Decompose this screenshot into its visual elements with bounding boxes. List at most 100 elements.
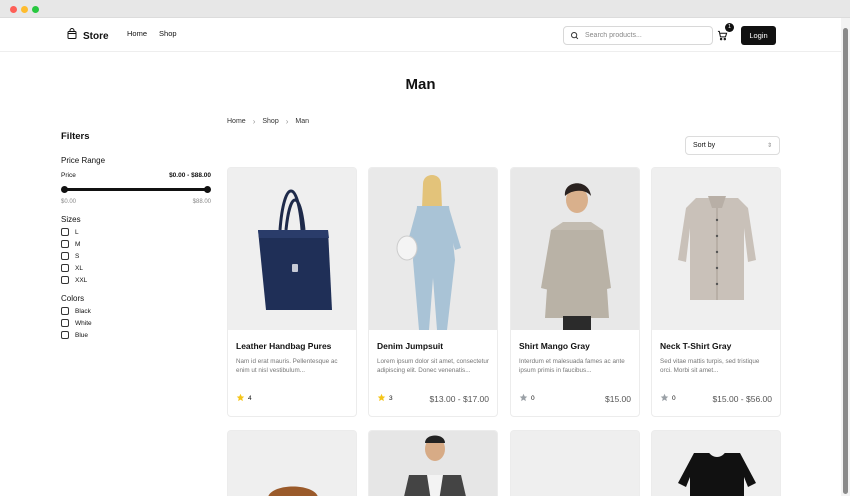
size-option-xxl[interactable]: XXL: [61, 276, 211, 284]
product-rating: 3: [377, 393, 393, 404]
search-icon: [570, 27, 579, 45]
slider-min-handle[interactable]: [61, 186, 68, 193]
checkbox[interactable]: [61, 276, 69, 284]
size-label: XXL: [75, 276, 88, 284]
product-name[interactable]: Denim Jumpsuit: [377, 341, 489, 351]
product-card[interactable]: Leather Handbag Pures Nam id erat mauris…: [227, 167, 357, 417]
checkbox[interactable]: [61, 252, 69, 260]
main-nav: Home Shop: [127, 29, 177, 38]
color-option-white[interactable]: White: [61, 319, 211, 327]
product-card[interactable]: [651, 430, 781, 496]
shirt-mango-image: [511, 168, 639, 330]
size-option-l[interactable]: L: [61, 228, 211, 236]
vertical-scrollbar[interactable]: [841, 18, 850, 496]
checkbox[interactable]: [61, 307, 69, 315]
product-image[interactable]: [369, 168, 497, 330]
price-row: Price $0.00 - $88.00: [61, 172, 211, 179]
product-description: Sed vitae mattis turpis, sed tristique o…: [660, 358, 760, 374]
breadcrumb-shop[interactable]: Shop: [262, 118, 278, 125]
range-min-label: $0.00: [61, 199, 77, 205]
color-label: Black: [75, 307, 91, 315]
product-card[interactable]: Denim Jumpsuit Lorem ipsum dolor sit ame…: [368, 167, 498, 417]
window-titlebar: [0, 0, 850, 18]
chevron-right-icon: ›: [285, 117, 289, 126]
breadcrumb-home[interactable]: Home: [227, 118, 246, 125]
login-button[interactable]: Login: [741, 26, 776, 45]
color-label: White: [75, 319, 92, 327]
nav-home-link[interactable]: Home: [127, 29, 147, 38]
cart-button[interactable]: 1: [717, 23, 734, 46]
sort-select[interactable]: Sort by ⇕: [685, 136, 780, 155]
product-rating: 0: [660, 393, 676, 404]
filters-title: Filters: [61, 131, 90, 142]
checkbox[interactable]: [61, 264, 69, 272]
maximize-window-button[interactable]: [32, 6, 39, 13]
product-image: [511, 431, 639, 496]
product-description: Interdum et malesuada fames ac ante ipsu…: [519, 358, 625, 374]
search-input[interactable]: [585, 32, 705, 39]
color-option-blue[interactable]: Blue: [61, 331, 211, 339]
rating-value: 0: [672, 395, 676, 402]
product-card[interactable]: Shirt Mango Gray Interdum et malesuada f…: [510, 167, 640, 417]
product-price: $15.00: [605, 393, 631, 404]
slider-max-handle[interactable]: [204, 186, 211, 193]
checkbox[interactable]: [61, 228, 69, 236]
close-window-button[interactable]: [10, 6, 17, 13]
range-max-label: $88.00: [192, 199, 211, 205]
size-label: M: [75, 240, 81, 248]
product-image[interactable]: [511, 168, 639, 330]
product-name[interactable]: Neck T-Shirt Gray: [660, 341, 772, 351]
product-image[interactable]: [652, 168, 780, 330]
color-option-black[interactable]: Black: [61, 307, 211, 315]
nav-shop-link[interactable]: Shop: [159, 29, 177, 38]
product-meta: 0 $15.00: [519, 393, 631, 404]
product-name[interactable]: Leather Handbag Pures: [236, 341, 348, 351]
brand-logo[interactable]: Store: [66, 27, 109, 45]
product-card[interactable]: [227, 430, 357, 496]
star-icon: [236, 393, 245, 404]
product-image[interactable]: [228, 168, 356, 330]
size-label: XL: [75, 264, 83, 272]
rating-value: 0: [531, 395, 535, 402]
size-option-m[interactable]: M: [61, 240, 211, 248]
rating-value: 4: [248, 395, 252, 402]
product-meta: 4: [236, 393, 348, 404]
price-label: Price: [61, 172, 76, 179]
chevron-right-icon: ›: [252, 117, 256, 126]
cart-count-badge: 1: [725, 23, 734, 32]
product-card[interactable]: [368, 430, 498, 496]
checkbox[interactable]: [61, 319, 69, 327]
range-labels: $0.00 $88.00: [61, 199, 211, 205]
chevron-up-down-icon: ⇕: [766, 143, 772, 149]
denim-jumpsuit-image: [369, 168, 497, 330]
site-header: Store Home Shop 1 Login: [0, 18, 841, 52]
size-option-s[interactable]: S: [61, 252, 211, 260]
star-icon: [660, 393, 669, 404]
brand-name: Store: [83, 30, 109, 42]
breadcrumb: Home › Shop › Man: [227, 117, 309, 126]
star-icon: [377, 393, 386, 404]
size-option-xl[interactable]: XL: [61, 264, 211, 272]
product-card[interactable]: [510, 430, 640, 496]
price-range-title: Price Range: [61, 156, 106, 165]
product-image: [369, 431, 497, 496]
color-label: Blue: [75, 331, 89, 339]
neck-tshirt-image: [652, 168, 780, 330]
scrollbar-thumb[interactable]: [843, 28, 848, 494]
product-price: $15.00 - $56.00: [712, 393, 772, 404]
product-meta: 0 $15.00 - $56.00: [660, 393, 772, 404]
star-icon: [519, 393, 528, 404]
filters-sidebar: Filters Price Range Price $0.00 - $88.00…: [61, 131, 211, 339]
checkbox[interactable]: [61, 240, 69, 248]
handbag-image: [228, 168, 356, 330]
minimize-window-button[interactable]: [21, 6, 28, 13]
breadcrumb-current: Man: [295, 118, 310, 125]
product-name[interactable]: Shirt Mango Gray: [519, 341, 631, 351]
page-title: Man: [405, 76, 436, 93]
product-card[interactable]: Neck T-Shirt Gray Sed vitae mattis turpi…: [651, 167, 781, 417]
size-label: L: [75, 228, 79, 236]
product-image: [228, 431, 356, 496]
search-box[interactable]: [563, 26, 713, 45]
checkbox[interactable]: [61, 331, 69, 339]
price-range-slider[interactable]: [61, 185, 211, 195]
